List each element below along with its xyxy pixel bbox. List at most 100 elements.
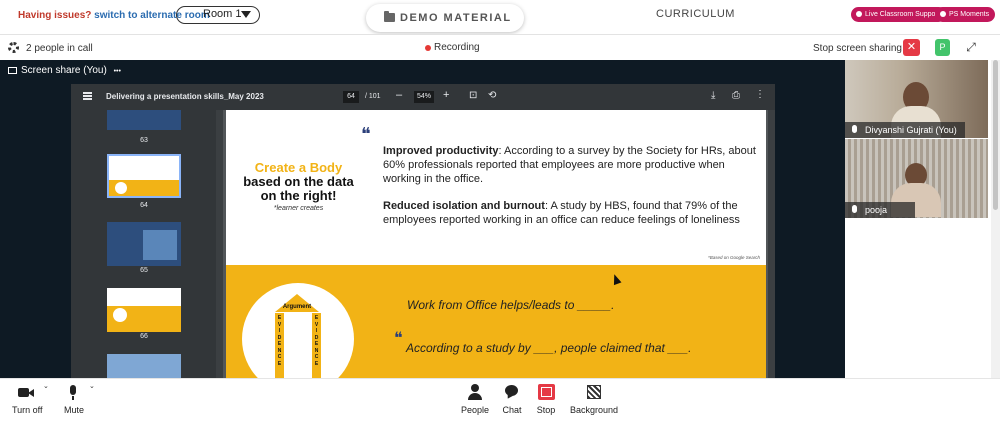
thumbnail-64[interactable] <box>107 154 181 198</box>
productivity-paragraph: Improved productivity: According to a su… <box>383 144 763 186</box>
ps-moments-button[interactable]: PS Moments <box>935 7 996 22</box>
people-icon <box>465 384 485 400</box>
mic-icon <box>64 384 84 400</box>
argument-label: Argument <box>282 304 312 310</box>
thumbnail-63[interactable] <box>107 110 181 130</box>
live-support-button[interactable]: Live Classroom Support <box>851 7 946 22</box>
record-dot-icon <box>940 11 946 17</box>
more-options-icon[interactable]: ••• <box>114 68 121 75</box>
isolation-heading: Reduced isolation and burnout <box>383 200 545 212</box>
participant-name-text: pooja <box>865 205 888 215</box>
more-vert-icon[interactable]: ⋮ <box>755 89 765 100</box>
evidence-letter: E <box>314 360 319 367</box>
camera-options-icon[interactable]: ⌄ <box>43 382 49 390</box>
mic-icon <box>852 125 857 133</box>
thumbnail-67[interactable] <box>107 354 181 378</box>
footnote: *Based on Google Search <box>707 255 760 260</box>
call-header: 2 people in call Recording Stop screen s… <box>0 34 1000 60</box>
participant-name-text: Divyanshi Gujrati (You) <box>865 125 957 135</box>
chat-icon <box>502 384 522 400</box>
slide-page: Create a Body based on the data on the r… <box>226 110 766 378</box>
mic-options-icon[interactable]: ⌄ <box>89 382 95 390</box>
curriculum-link[interactable]: CURRICULUM <box>656 8 735 20</box>
folder-icon <box>384 11 395 22</box>
monitor-icon <box>8 66 17 74</box>
gear-icon[interactable] <box>8 42 19 53</box>
page-number-input[interactable]: 64 <box>343 91 359 103</box>
screen-share-label: Screen share (You) ••• <box>8 65 121 76</box>
pdf-toolbar: Delivering a presentation skills_May 202… <box>71 84 775 110</box>
evidence-pillar-left: E V I D E N C E <box>275 313 284 378</box>
isolation-paragraph: Reduced isolation and burnout: A study b… <box>383 199 763 227</box>
fit-page-icon[interactable]: ⊡ <box>469 90 477 101</box>
top-bar: Having issues? switch to alternate room … <box>0 0 1000 34</box>
participant-name: pooja <box>845 202 915 218</box>
rotate-icon[interactable]: ⟲ <box>488 90 496 101</box>
stop-label: Stop <box>536 405 556 415</box>
study-prompt: According to a study by ___, people clai… <box>406 341 692 355</box>
thumbnail-number: 63 <box>140 137 148 144</box>
stop-screen-sharing-label: Stop screen sharing <box>813 43 902 54</box>
thumbnail-number: 64 <box>140 202 148 209</box>
create-line-3: on the right! <box>260 188 337 203</box>
productivity-heading: Improved productivity <box>383 145 499 157</box>
participants-scrollbar[interactable] <box>991 60 1000 378</box>
thumbnail-scrollbar[interactable] <box>216 110 223 378</box>
mute-label: Mute <box>64 405 85 415</box>
expand-icon[interactable]: ⤢ <box>964 40 978 54</box>
create-line-1: Create a Body <box>254 160 343 175</box>
chat-button[interactable]: Chat <box>502 384 522 415</box>
pdf-scrollbar[interactable] <box>768 110 775 378</box>
background-button[interactable]: Background <box>570 384 618 415</box>
room-select-value: Room 1 <box>203 8 242 20</box>
camera-icon <box>17 384 37 400</box>
evidence-pillar-right: E V I D E N C E <box>312 313 321 378</box>
pdf-title: Delivering a presentation skills_May 202… <box>106 92 264 101</box>
background-label: Background <box>570 405 619 415</box>
recording-dot-icon <box>425 45 431 51</box>
background-icon <box>584 384 604 400</box>
live-support-label: Live Classroom Support <box>865 11 940 18</box>
participant-name: Divyanshi Gujrati (You) <box>845 122 965 138</box>
record-dot-icon <box>856 11 862 17</box>
wfo-prompt: Work from Office helps/leads to _____. <box>407 298 615 312</box>
people-button[interactable]: People <box>461 384 489 415</box>
quote-mark-icon: ❝ <box>361 124 371 144</box>
thumbnail-66[interactable] <box>107 288 181 332</box>
print-icon[interactable]: ⎙ <box>732 90 740 101</box>
triangle-down-icon <box>241 11 251 18</box>
demo-material-button[interactable]: DEMO MATERIAL <box>366 4 524 32</box>
zoom-in-icon[interactable]: + <box>443 89 449 101</box>
create-body-heading: Create a Body based on the data on the r… <box>226 160 371 212</box>
people-count: 2 people in call <box>26 43 93 54</box>
ps-moments-label: PS Moments <box>949 11 990 18</box>
zoom-input[interactable]: 54% <box>414 91 434 103</box>
people-label: People <box>461 405 490 415</box>
quote-mark-icon: ❝ <box>394 330 403 347</box>
stop-share-icon <box>536 384 556 400</box>
menu-icon[interactable] <box>83 92 92 94</box>
evidence-letter: E <box>277 360 282 367</box>
mute-button[interactable]: Mute <box>64 384 84 415</box>
thumbnail-number: 65 <box>140 267 148 274</box>
room-select[interactable]: Room 1 <box>176 6 260 24</box>
screen-share-title: Screen share (You) <box>21 65 107 76</box>
recording-status: Recording <box>434 42 480 53</box>
page-total: / 101 <box>365 93 381 100</box>
participant-tile-self[interactable]: Divyanshi Gujrati (You) <box>845 60 988 138</box>
mic-icon <box>852 205 857 213</box>
chat-label: Chat <box>502 405 522 415</box>
having-issues-label: Having issues? <box>18 10 92 21</box>
thumbnail-number: 66 <box>140 333 148 340</box>
zoom-out-icon[interactable]: – <box>396 89 402 101</box>
stop-share-button[interactable]: Stop <box>536 384 556 415</box>
thumbnail-65[interactable] <box>107 222 181 266</box>
camera-button[interactable]: Turn off <box>12 384 43 415</box>
call-controls: Turn off ⌄ Mute ⌄ People Chat Stop Backg… <box>0 378 1000 422</box>
download-icon[interactable]: ⤓ <box>711 90 715 101</box>
participant-tile-pooja[interactable]: pooja <box>845 139 988 218</box>
demo-material-label: DEMO MATERIAL <box>400 12 512 24</box>
stop-sharing-button[interactable]: ✕ <box>903 39 920 56</box>
camera-label: Turn off <box>12 405 43 415</box>
p-button[interactable]: P <box>935 39 950 56</box>
